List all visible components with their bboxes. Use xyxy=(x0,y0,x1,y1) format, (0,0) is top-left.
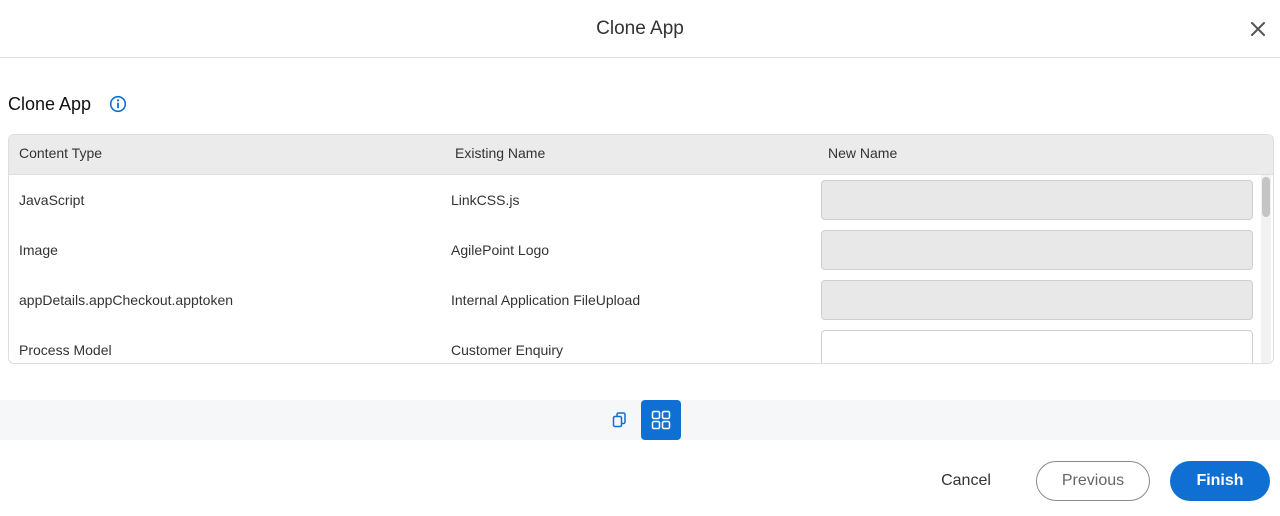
clone-items-table: Content Type Existing Name New Name Java… xyxy=(8,134,1274,364)
table-header: Content Type Existing Name New Name xyxy=(9,135,1273,175)
new-name-input[interactable] xyxy=(821,180,1253,220)
table-row: appDetails.appCheckout.apptoken Internal… xyxy=(9,275,1259,325)
content-type-cell: appDetails.appCheckout.apptoken xyxy=(19,292,234,308)
column-header-new-name: New Name xyxy=(828,145,898,161)
existing-name-cell: Internal Application FileUpload xyxy=(451,292,641,308)
copy-icon xyxy=(612,412,626,428)
info-icon[interactable] xyxy=(109,95,127,113)
table-body: JavaScript LinkCSS.js Image AgilePoint L… xyxy=(9,175,1273,363)
content-type-cell: JavaScript xyxy=(19,192,85,208)
existing-name-cell: Customer Enquiry xyxy=(451,342,564,358)
table-row: Image AgilePoint Logo xyxy=(9,225,1259,275)
dialog-header: Clone App xyxy=(0,0,1280,58)
close-icon xyxy=(1251,22,1265,36)
grid-icon xyxy=(651,410,671,430)
content-type-cell: Image xyxy=(19,242,58,258)
section-title: Clone App xyxy=(8,93,92,114)
close-button[interactable] xyxy=(1246,17,1270,41)
table-row: JavaScript LinkCSS.js xyxy=(9,175,1259,225)
column-header-existing-name: Existing Name xyxy=(455,145,546,161)
content-type-cell: Process Model xyxy=(19,342,112,358)
dialog-title: Clone App xyxy=(596,17,684,39)
clone-app-dialog: Clone App Clone App Content Type Existin… xyxy=(0,0,1280,516)
new-name-input[interactable] xyxy=(821,230,1253,270)
previous-button[interactable]: Previous xyxy=(1036,461,1150,501)
copy-view-button[interactable] xyxy=(600,400,640,440)
finish-button[interactable]: Finish xyxy=(1170,461,1270,501)
cancel-button[interactable]: Cancel xyxy=(926,461,1006,501)
new-name-input[interactable] xyxy=(821,280,1253,320)
view-toggle-bar xyxy=(0,400,1280,440)
section-header: Clone App xyxy=(8,92,127,116)
scrollbar-thumb[interactable] xyxy=(1262,177,1270,217)
grid-view-button[interactable] xyxy=(641,400,681,440)
existing-name-cell: AgilePoint Logo xyxy=(451,242,550,258)
column-header-content-type: Content Type xyxy=(19,145,103,161)
table-scrollbar[interactable] xyxy=(1261,175,1271,363)
new-name-input[interactable] xyxy=(821,330,1253,363)
existing-name-cell: LinkCSS.js xyxy=(451,192,520,208)
table-row: Process Model Customer Enquiry xyxy=(9,325,1259,363)
